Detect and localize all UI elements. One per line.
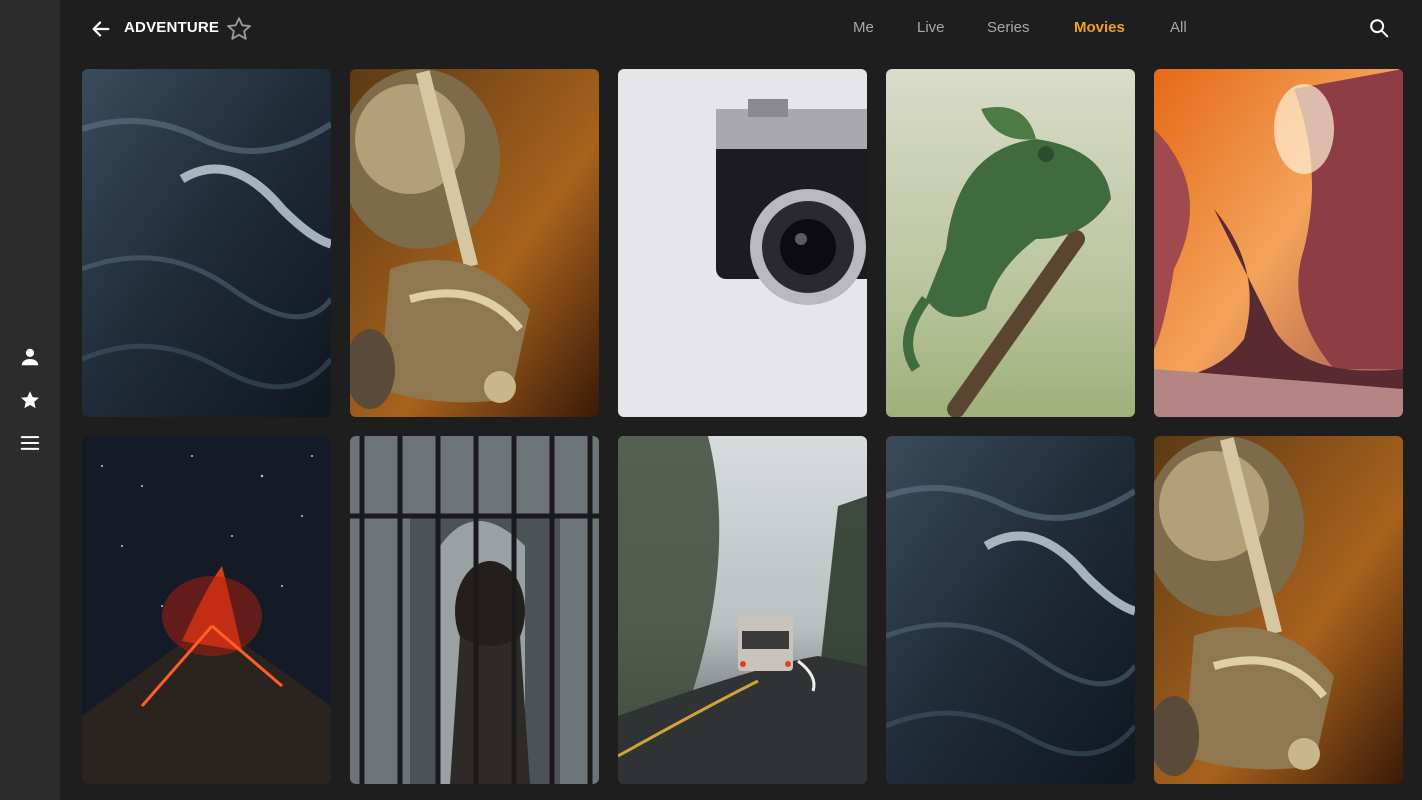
media-card-vintage-camera[interactable]: [618, 69, 867, 417]
media-card-behind-bars[interactable]: [350, 436, 599, 784]
ocean-waves-thumbnail: [82, 69, 331, 417]
tab-live[interactable]: Live: [917, 19, 945, 36]
category-tabs: Me Live Series Movies All: [60, 19, 1422, 43]
hamburger-menu-icon: [20, 436, 40, 450]
media-card-sandstone-canyon[interactable]: [1154, 69, 1403, 417]
vintage-camera-thumbnail: [618, 69, 867, 417]
sidebar-favorites-button[interactable]: [14, 384, 46, 416]
media-card-volcano[interactable]: [82, 436, 331, 784]
tab-me[interactable]: Me: [853, 19, 874, 36]
ocean-waves-thumbnail: [886, 436, 1135, 784]
media-card-knight-armor-2[interactable]: [1154, 436, 1403, 784]
knight-armor-thumbnail: [1154, 436, 1403, 784]
erupting-volcano-thumbnail: [82, 436, 331, 784]
knight-armor-thumbnail: [350, 69, 599, 417]
media-card-ocean-waves[interactable]: [82, 69, 331, 417]
sidebar-profile-button[interactable]: [14, 341, 46, 373]
media-card-ocean-waves-2[interactable]: [886, 436, 1135, 784]
top-bar: ADVENTURE Me Live Series Movies All: [60, 0, 1422, 60]
tab-movies[interactable]: Movies: [1074, 19, 1125, 36]
star-icon: [21, 391, 39, 409]
app-window: ADVENTURE Me Live Series Movies All: [0, 0, 1422, 800]
media-card-chameleon[interactable]: [886, 69, 1135, 417]
search-icon: [1370, 19, 1389, 38]
person-icon: [21, 348, 39, 366]
van-on-foggy-road-thumbnail: [618, 436, 867, 784]
sidebar: [0, 0, 60, 800]
media-card-foggy-road[interactable]: [618, 436, 867, 784]
sandstone-canyon-thumbnail: [1154, 69, 1403, 417]
tab-series[interactable]: Series: [987, 19, 1030, 36]
sidebar-menu-button[interactable]: [14, 427, 46, 459]
person-behind-bars-thumbnail: [350, 436, 599, 784]
media-card-knight-armor[interactable]: [350, 69, 599, 417]
chameleon-thumbnail: [886, 69, 1135, 417]
search-button[interactable]: [1368, 17, 1392, 41]
tab-all[interactable]: All: [1170, 19, 1187, 36]
